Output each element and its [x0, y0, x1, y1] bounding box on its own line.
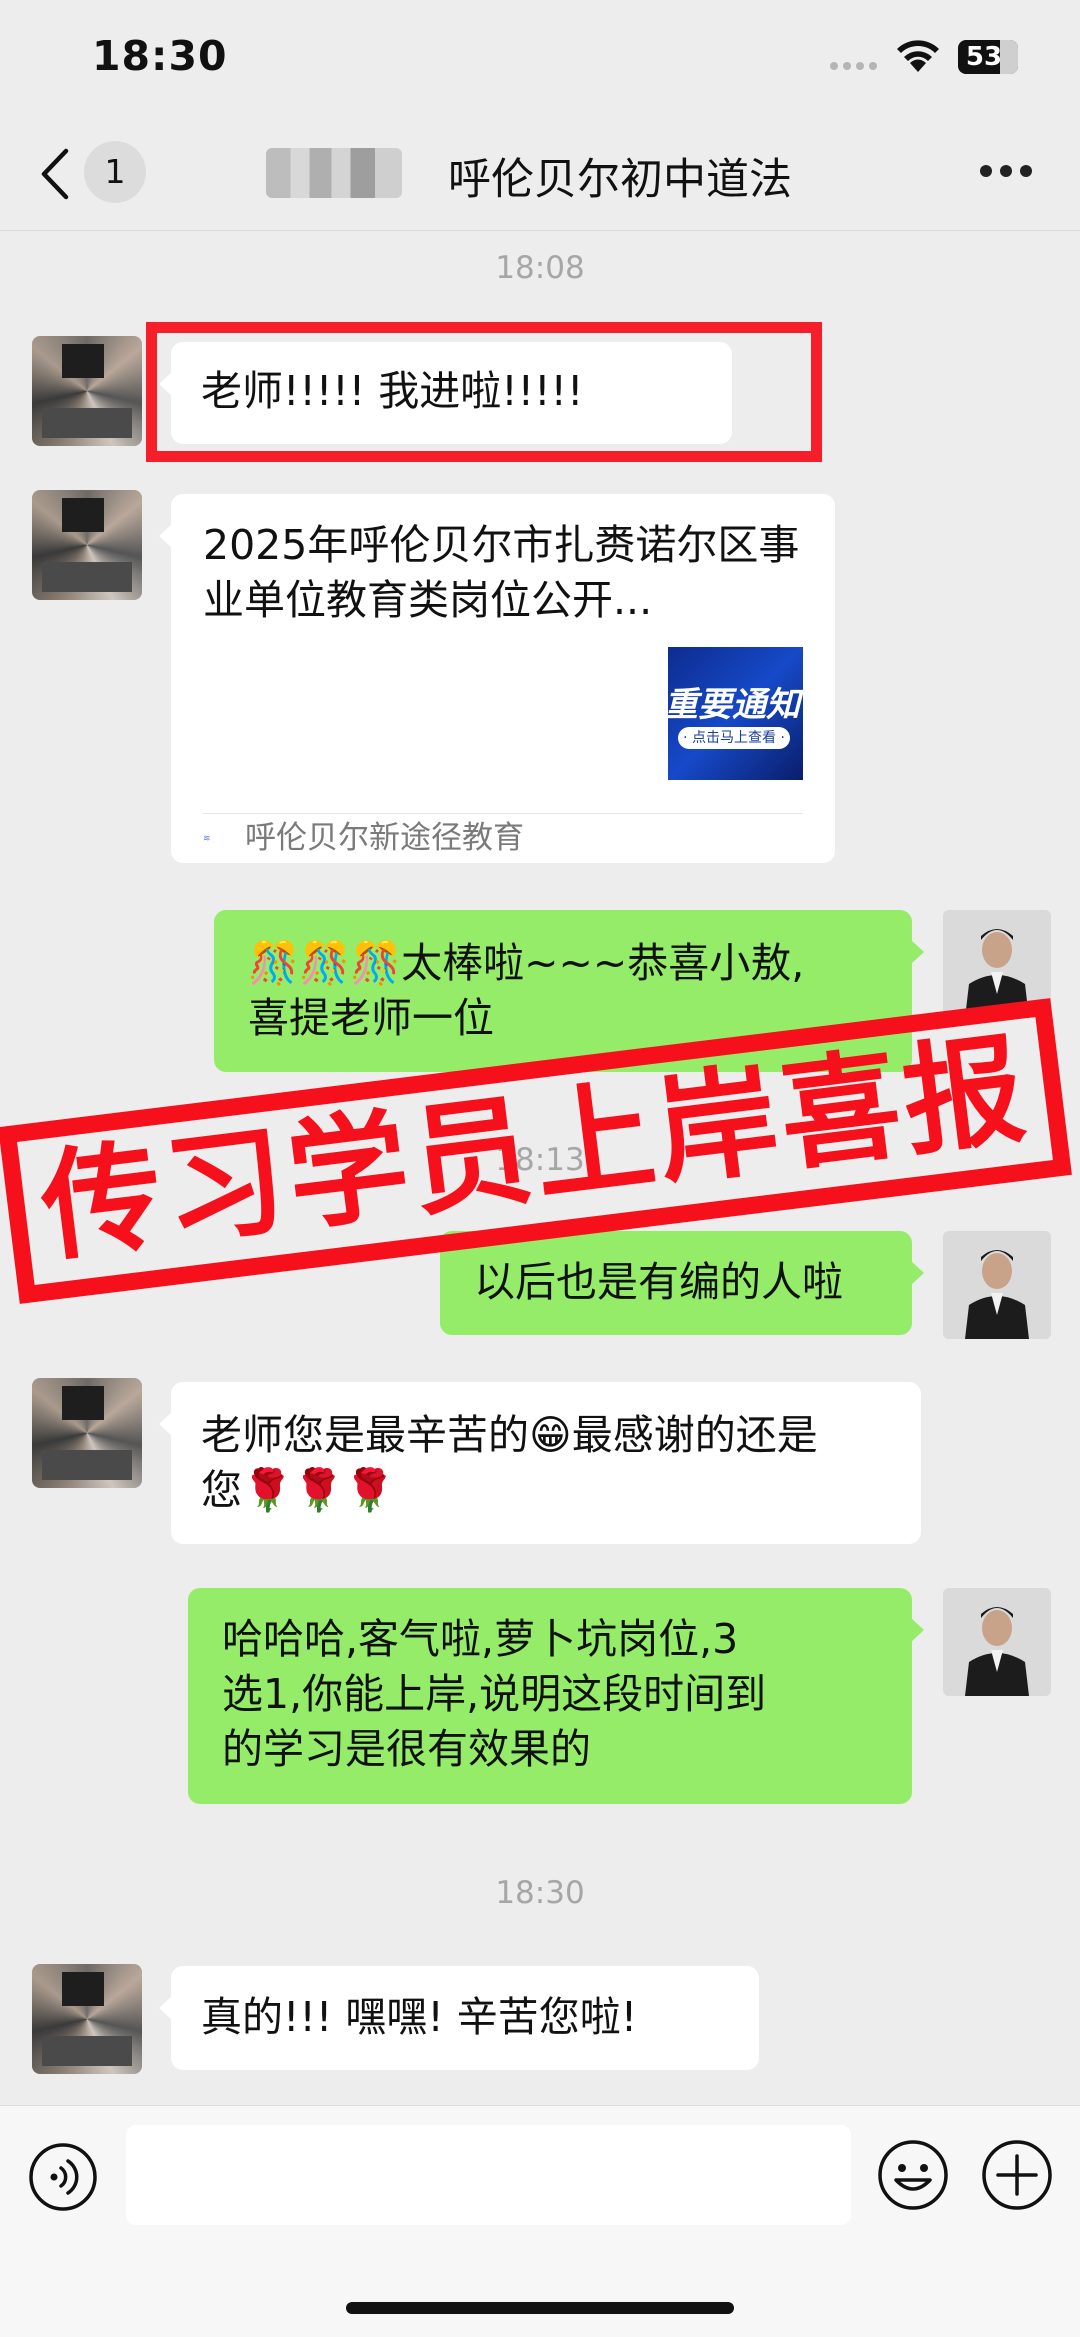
message-text-line: 老师您是最辛苦的😁最感谢的还是: [201, 1411, 818, 1459]
link-card[interactable]: 2025年呼伦贝尔市扎赉诺尔区事业单位教育类岗位公开... 重要通知 · 点击马…: [159, 494, 835, 863]
peer-avatar[interactable]: [32, 1378, 142, 1488]
home-indicator: [346, 2302, 734, 2314]
plus-icon[interactable]: [980, 2138, 1054, 2212]
timestamp: 18:08: [495, 250, 585, 286]
blurred-name: [266, 148, 402, 198]
message-input[interactable]: [126, 2125, 851, 2225]
message-bubble-self[interactable]: 以后也是有编的人啦: [440, 1231, 924, 1335]
voice-icon[interactable]: [28, 2142, 98, 2212]
battery-icon: 53: [958, 40, 1018, 74]
message-text-line: 的学习是很有效果的: [222, 1725, 591, 1773]
nav-divider: [0, 230, 1080, 231]
message-bubble[interactable]: 真的!!! 嘿嘿! 辛苦您啦!: [159, 1966, 759, 2070]
message-text-line: 您🌹🌹🌹: [201, 1466, 396, 1514]
thumb-title: 重要通知: [668, 685, 800, 725]
person-icon: [943, 1231, 1051, 1339]
unread-count-badge[interactable]: 1: [84, 141, 146, 203]
self-avatar[interactable]: [943, 1231, 1051, 1339]
card-title: 2025年呼伦贝尔市扎赉诺尔区事业单位教育类岗位公开...: [203, 521, 800, 624]
wifi-icon: [897, 40, 939, 72]
message-text: 真的!!! 嘿嘿! 辛苦您啦!: [201, 1993, 638, 2041]
message-text-line: 🎊🎊🎊太棒啦~~~恭喜小敖,: [248, 939, 805, 987]
highlight-frame: [146, 322, 822, 462]
card-thumbnail: 重要通知 · 点击马上查看 ·: [668, 647, 803, 780]
card-divider: [203, 813, 803, 814]
person-icon: [943, 1588, 1051, 1696]
back-chevron-icon[interactable]: [40, 148, 70, 200]
thumb-subtitle: · 点击马上查看 ·: [678, 727, 790, 749]
emoji-icon[interactable]: [876, 2138, 950, 2212]
peer-avatar[interactable]: [32, 490, 142, 600]
signal-icon: [830, 62, 880, 72]
timestamp: 18:30: [495, 1875, 585, 1911]
message-text-line: 选1,你能上岸,说明这段时间到: [222, 1670, 767, 1718]
card-source: 呼伦贝尔新途径教育: [245, 820, 524, 856]
more-icon[interactable]: [980, 165, 1032, 179]
message-bubble-self[interactable]: 哈哈哈,客气啦,萝卜坑岗位,3 选1,你能上岸,说明这段时间到 的学习是很有效果…: [188, 1588, 924, 1804]
message-text-line: 哈哈哈,客气啦,萝卜坑岗位,3: [222, 1615, 739, 1663]
peer-avatar[interactable]: [32, 1964, 142, 2074]
self-avatar[interactable]: [943, 1588, 1051, 1696]
chat-title: 呼伦贝尔初中道法: [448, 155, 792, 205]
peer-avatar[interactable]: [32, 336, 142, 446]
message-bubble[interactable]: 老师您是最辛苦的😁最感谢的还是 您🌹🌹🌹: [159, 1382, 921, 1544]
battery-level: 53: [965, 42, 1003, 72]
status-time: 18:30: [92, 32, 228, 80]
message-text: 以后也是有编的人啦: [474, 1258, 843, 1306]
source-logo-icon: ≋: [203, 834, 211, 844]
